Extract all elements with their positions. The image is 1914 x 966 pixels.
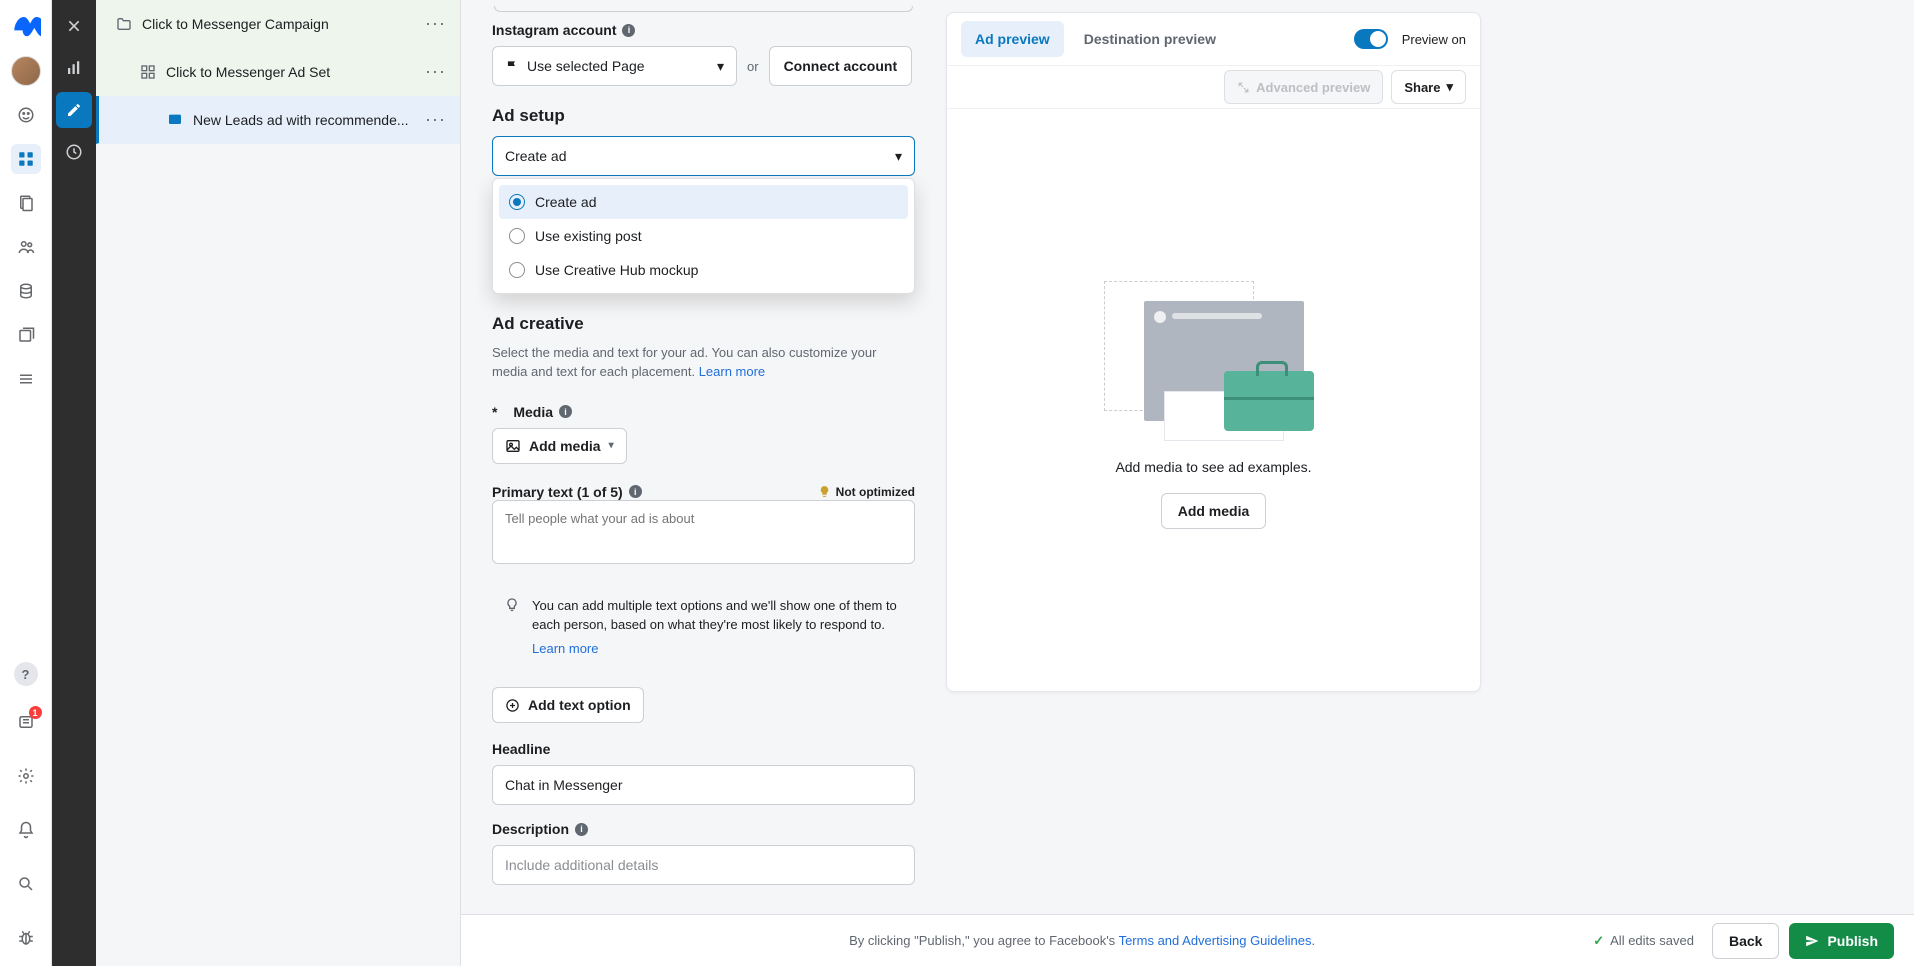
tab-ad-preview[interactable]: Ad preview xyxy=(961,21,1064,57)
send-icon xyxy=(1805,934,1819,948)
footer-bar: By clicking "Publish," you agree to Face… xyxy=(461,914,1914,966)
nav-dashboard-icon[interactable] xyxy=(11,100,41,130)
nav-notifications-icon[interactable] xyxy=(14,818,38,842)
row-menu-icon[interactable]: ··· xyxy=(425,109,446,130)
option-existing-post[interactable]: Use existing post xyxy=(499,219,908,253)
nav-settings-icon[interactable] xyxy=(14,764,38,788)
preview-panel: Ad preview Destination preview Preview o… xyxy=(946,12,1481,692)
info-icon[interactable]: i xyxy=(622,24,635,37)
publish-button[interactable]: Publish xyxy=(1789,923,1894,959)
info-icon[interactable]: i xyxy=(575,823,588,836)
nav-campaigns-icon[interactable] xyxy=(11,144,41,174)
tip-learn-more-link[interactable]: Learn more xyxy=(532,640,598,659)
news-badge: 1 xyxy=(29,706,42,719)
tree-adset-label: Click to Messenger Ad Set xyxy=(166,64,330,80)
tool-history-icon[interactable] xyxy=(56,134,92,170)
expand-icon xyxy=(1237,81,1250,94)
empty-state-illustration xyxy=(1104,271,1324,441)
ad-setup-dropdown: Create ad Use existing post Use Creative… xyxy=(492,178,915,294)
tool-chart-icon[interactable] xyxy=(56,50,92,86)
headline-label: Headline xyxy=(492,741,915,757)
folder-icon xyxy=(116,16,132,32)
add-media-button[interactable]: Add media ▾ xyxy=(492,428,627,464)
partial-field-bottom xyxy=(494,6,913,12)
save-status: ✓ All edits saved xyxy=(1593,933,1694,949)
nav-billing-icon[interactable] xyxy=(11,276,41,306)
grid-icon xyxy=(140,64,156,80)
radio-icon xyxy=(509,194,525,210)
chevron-down-icon: ▾ xyxy=(1446,79,1453,95)
instagram-page-select[interactable]: Use selected Page ▾ xyxy=(492,46,737,86)
preview-tabs: Ad preview Destination preview Preview o… xyxy=(947,13,1480,65)
tree-ad-label: New Leads ad with recommende... xyxy=(193,112,409,128)
description-label: Description i xyxy=(492,821,915,837)
preview-toggle-label: Preview on xyxy=(1402,32,1466,47)
tab-destination-preview[interactable]: Destination preview xyxy=(1070,21,1230,57)
headline-input[interactable] xyxy=(492,765,915,805)
option-create-ad[interactable]: Create ad xyxy=(499,185,908,219)
nav-library-icon[interactable] xyxy=(11,320,41,350)
nav-bug-icon[interactable] xyxy=(14,926,38,950)
global-rail: ? 1 xyxy=(0,0,52,966)
info-icon[interactable]: i xyxy=(559,405,572,418)
editor-tool-rail xyxy=(52,0,96,966)
not-optimized-indicator[interactable]: Not optimized xyxy=(818,485,915,499)
chevron-down-icon: ▾ xyxy=(609,440,614,451)
primary-text-tip: You can add multiple text options and we… xyxy=(492,583,915,674)
advanced-preview-button: Advanced preview xyxy=(1224,70,1383,104)
ad-creative-title: Ad creative xyxy=(492,314,915,334)
tree-campaign-row[interactable]: Click to Messenger Campaign ··· xyxy=(96,0,460,48)
description-input[interactable] xyxy=(492,845,915,885)
nav-menu-icon[interactable] xyxy=(11,364,41,394)
radio-icon xyxy=(509,262,525,278)
tree-ad-row[interactable]: New Leads ad with recommende... ··· xyxy=(96,96,460,144)
instagram-label: Instagram account i xyxy=(492,22,915,38)
chevron-down-icon: ▾ xyxy=(717,58,724,75)
ad-setup-select[interactable]: Create ad ▾ xyxy=(492,136,915,176)
primary-text-label: Primary text (1 of 5) i xyxy=(492,484,642,500)
radio-icon xyxy=(509,228,525,244)
share-button[interactable]: Share ▾ xyxy=(1391,70,1466,104)
media-label: * Media i xyxy=(492,404,915,420)
close-icon[interactable] xyxy=(56,8,92,44)
nav-audiences-icon[interactable] xyxy=(11,232,41,262)
learn-more-link[interactable]: Learn more xyxy=(699,364,765,379)
nav-news-icon[interactable]: 1 xyxy=(14,710,38,734)
option-creative-hub[interactable]: Use Creative Hub mockup xyxy=(499,253,908,287)
empty-state-message: Add media to see ad examples. xyxy=(1115,459,1311,475)
terms-link[interactable]: Terms and Advertising Guidelines xyxy=(1119,933,1312,948)
row-menu-icon[interactable]: ··· xyxy=(425,13,446,34)
connect-account-button[interactable]: Connect account xyxy=(769,46,913,86)
add-media-cta[interactable]: Add media xyxy=(1161,493,1267,529)
meta-logo-icon[interactable] xyxy=(11,12,41,42)
help-icon[interactable]: ? xyxy=(14,662,38,686)
ad-setup-title: Ad setup xyxy=(492,106,915,126)
footer-agreement: By clicking "Publish," you agree to Face… xyxy=(481,933,1593,948)
preview-toggle[interactable] xyxy=(1354,29,1388,49)
plus-icon xyxy=(505,698,520,713)
tree-campaign-label: Click to Messenger Campaign xyxy=(142,16,329,32)
avatar[interactable] xyxy=(11,56,41,86)
editor-column: Instagram account i Use selected Page ▾ … xyxy=(476,0,931,914)
nav-search-icon[interactable] xyxy=(14,872,38,896)
add-text-option-button[interactable]: Add text option xyxy=(492,687,644,723)
row-menu-icon[interactable]: ··· xyxy=(425,61,446,82)
primary-text-input[interactable] xyxy=(492,500,915,564)
chevron-down-icon: ▾ xyxy=(895,148,902,165)
nav-pages-icon[interactable] xyxy=(11,188,41,218)
campaign-tree-panel: Click to Messenger Campaign ··· Click to… xyxy=(96,0,461,966)
lightbulb-icon xyxy=(818,485,831,498)
ad-icon xyxy=(167,112,183,128)
tree-adset-row[interactable]: Click to Messenger Ad Set ··· xyxy=(96,48,460,96)
info-icon[interactable]: i xyxy=(629,485,642,498)
image-icon xyxy=(505,438,521,454)
or-text: or xyxy=(747,59,759,74)
check-icon: ✓ xyxy=(1593,933,1604,949)
back-button[interactable]: Back xyxy=(1712,923,1779,959)
flag-icon xyxy=(505,59,519,73)
ad-creative-desc: Select the media and text for your ad. Y… xyxy=(492,344,915,382)
preview-toolbar: Advanced preview Share ▾ xyxy=(947,65,1480,109)
lightbulb-icon xyxy=(504,597,520,613)
tool-edit-icon[interactable] xyxy=(56,92,92,128)
